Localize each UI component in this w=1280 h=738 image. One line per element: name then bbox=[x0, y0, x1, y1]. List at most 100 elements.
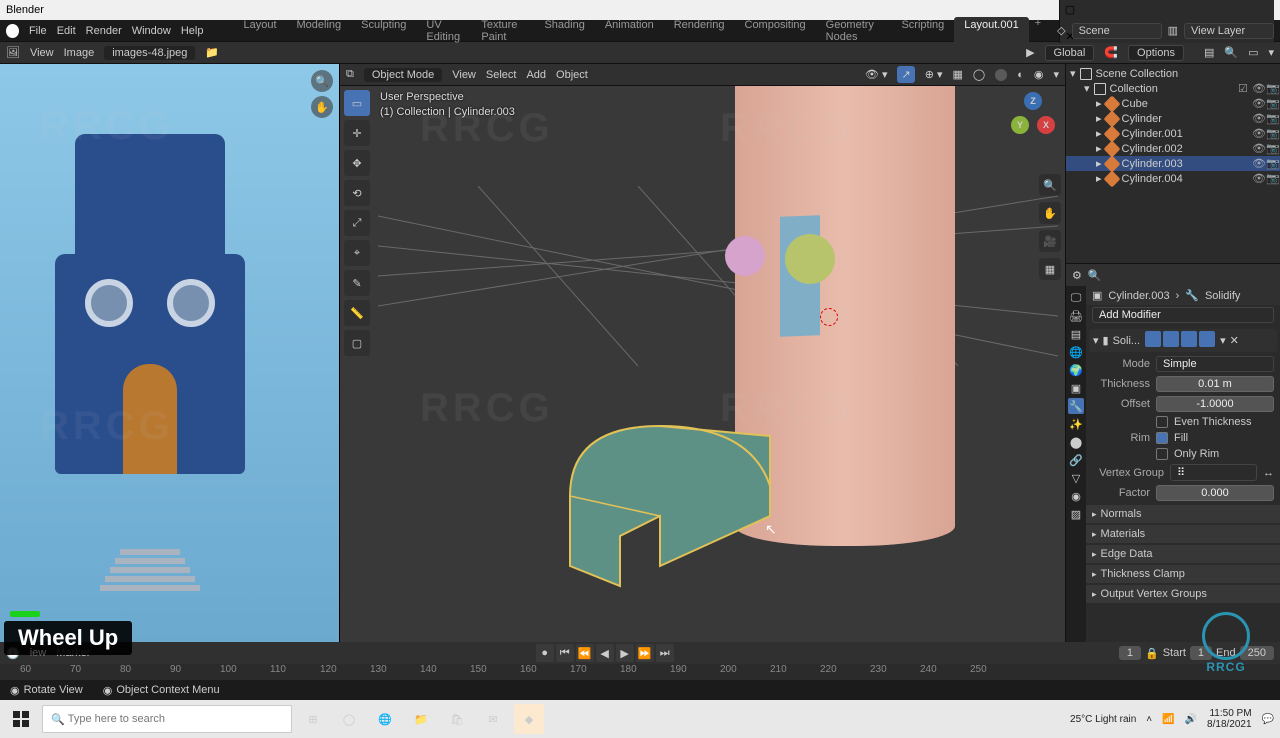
shading-rendered-icon[interactable]: ◉ bbox=[1034, 68, 1044, 81]
add-modifier-dropdown[interactable]: Add Modifier bbox=[1092, 307, 1274, 323]
viewlayer-name-input[interactable] bbox=[1184, 23, 1274, 39]
tab-shading[interactable]: Shading bbox=[534, 17, 594, 45]
render-icon[interactable]: 📷 bbox=[1266, 142, 1276, 155]
menu-window[interactable]: Window bbox=[132, 25, 171, 37]
prop-tab-render[interactable]: 🖵 bbox=[1068, 290, 1084, 306]
cortana-icon[interactable]: ◯ bbox=[334, 704, 364, 734]
eye-icon[interactable]: 👁 bbox=[1252, 157, 1262, 170]
invert-vgroup-icon[interactable]: ↔ bbox=[1263, 467, 1274, 479]
render-icon[interactable]: 📷 bbox=[1266, 157, 1276, 170]
mode-dropdown[interactable]: Object Mode bbox=[364, 68, 442, 82]
vp-menu-add[interactable]: Add bbox=[526, 69, 546, 81]
even-thickness-checkbox[interactable] bbox=[1156, 416, 1168, 428]
3d-viewport[interactable]: ⧉ Object Mode View Select Add Object 👁 ▾… bbox=[340, 64, 1065, 642]
magnify-icon[interactable]: 🔍 bbox=[311, 70, 333, 92]
eye-icon[interactable]: 👁 bbox=[1252, 172, 1262, 185]
subpanel-normals[interactable]: Normals bbox=[1086, 505, 1280, 523]
render-icon[interactable]: 📷 bbox=[1266, 172, 1276, 185]
outliner-search-icon[interactable]: 🔍 bbox=[1224, 46, 1238, 59]
options-popover[interactable]: Options bbox=[1128, 45, 1184, 61]
tab-animation[interactable]: Animation bbox=[595, 17, 664, 45]
image-filename[interactable]: images-48.jpeg bbox=[104, 46, 195, 60]
editor-type-icon[interactable]: ⧉ bbox=[346, 68, 354, 81]
xray-toggle-icon[interactable]: ▦ bbox=[952, 68, 962, 81]
tab-geometry-nodes[interactable]: Geometry Nodes bbox=[816, 17, 892, 45]
only-rim-checkbox[interactable] bbox=[1156, 448, 1168, 460]
thickness-input[interactable]: 0.01 m bbox=[1156, 376, 1274, 392]
blender-taskbar-icon[interactable]: ◆ bbox=[514, 704, 544, 734]
prop-tab-data[interactable]: ▽ bbox=[1068, 470, 1084, 486]
start-button[interactable] bbox=[6, 704, 36, 734]
outliner-item-cylinder003[interactable]: ▸Cylinder.003👁📷 bbox=[1066, 156, 1280, 171]
menu-render[interactable]: Render bbox=[86, 25, 122, 37]
checkbox-icon[interactable]: ☑ bbox=[1238, 82, 1248, 95]
task-view-icon[interactable]: ⊞ bbox=[298, 704, 328, 734]
overlay-toggle-icon[interactable]: ⊕ ▾ bbox=[925, 68, 943, 81]
vertex-group-input[interactable]: ⠿ bbox=[1170, 464, 1257, 481]
outliner-item-cylinder[interactable]: ▸Cylinder👁📷 bbox=[1066, 111, 1280, 126]
tab-sculpting[interactable]: Sculpting bbox=[351, 17, 416, 45]
autokey-toggle[interactable]: ● bbox=[536, 644, 554, 662]
tab-layout[interactable]: Layout bbox=[233, 17, 286, 45]
image-editor-icon[interactable]: 🖼 bbox=[6, 46, 20, 59]
transform-orientation-dropdown[interactable]: Global bbox=[1045, 45, 1095, 61]
outliner-item-cube[interactable]: ▸Cube👁📷 bbox=[1066, 96, 1280, 111]
tab-rendering[interactable]: Rendering bbox=[664, 17, 735, 45]
subpanel-materials[interactable]: Materials bbox=[1086, 525, 1280, 543]
outliner-scene-collection[interactable]: ▾ Scene Collection bbox=[1066, 66, 1280, 81]
menu-help[interactable]: Help bbox=[181, 25, 204, 37]
menu-edit[interactable]: Edit bbox=[57, 25, 76, 37]
outliner-item-cylinder004[interactable]: ▸Cylinder.004👁📷 bbox=[1066, 171, 1280, 186]
subpanel-thickness-clamp[interactable]: Thickness Clamp bbox=[1086, 565, 1280, 583]
properties-editor-icon[interactable]: ⚙ bbox=[1072, 269, 1082, 282]
img-menu-view[interactable]: View bbox=[30, 47, 54, 59]
jump-prev-key-button[interactable]: ⏪ bbox=[576, 644, 594, 662]
jump-end-button[interactable]: ⏭ bbox=[656, 644, 674, 662]
mode-dropdown[interactable]: Simple bbox=[1156, 356, 1274, 372]
image-editor-viewport[interactable]: 🔍 ✋ RRCG RRCG bbox=[0, 64, 340, 642]
menu-file[interactable]: File bbox=[29, 25, 47, 37]
render-icon[interactable]: 📷 bbox=[1266, 112, 1276, 125]
shading-wireframe-icon[interactable]: ◯ bbox=[973, 68, 985, 81]
lock-range-icon[interactable]: 🔒 bbox=[1145, 647, 1159, 660]
taskbar-search[interactable]: 🔍 Type here to search bbox=[42, 705, 292, 733]
scene-name-input[interactable] bbox=[1072, 23, 1162, 39]
modifier-delete-icon[interactable]: ✕ bbox=[1230, 334, 1239, 347]
tray-chevron-icon[interactable]: ˄ bbox=[1146, 714, 1152, 725]
eye-icon[interactable]: 👁 bbox=[1252, 97, 1262, 110]
prop-tab-object[interactable]: ▣ bbox=[1068, 380, 1084, 396]
modifier-menu-icon[interactable]: ▾ bbox=[1220, 334, 1226, 347]
modifier-display-toggles[interactable] bbox=[1144, 331, 1216, 350]
prop-tab-material[interactable]: ◉ bbox=[1068, 488, 1084, 504]
prop-tab-constraints[interactable]: 🔗 bbox=[1068, 452, 1084, 468]
play-reverse-button[interactable]: ◀ bbox=[596, 644, 614, 662]
tl-menu-view[interactable]: iew bbox=[30, 647, 47, 659]
prop-tab-texture[interactable]: ▨ bbox=[1068, 506, 1084, 522]
offset-input[interactable]: -1.0000 bbox=[1156, 396, 1274, 412]
vp-menu-view[interactable]: View bbox=[452, 69, 476, 81]
snap-toggle-icon[interactable]: 🧲 bbox=[1104, 46, 1118, 59]
subpanel-output-vgroups[interactable]: Output Vertex Groups bbox=[1086, 585, 1280, 603]
window-maximize[interactable]: ▢ bbox=[1060, 3, 1080, 16]
prop-tab-scene[interactable]: 🌐 bbox=[1068, 344, 1084, 360]
store-icon[interactable]: 🛍 bbox=[442, 704, 472, 734]
tab-scripting[interactable]: Scripting bbox=[891, 17, 954, 45]
jump-next-key-button[interactable]: ⏩ bbox=[636, 644, 654, 662]
eye-icon[interactable]: 👁 bbox=[1252, 112, 1262, 125]
subpanel-edge-data[interactable]: Edge Data bbox=[1086, 545, 1280, 563]
shading-matprev-icon[interactable]: ◐ bbox=[1017, 69, 1024, 81]
tab-texture-paint[interactable]: Texture Paint bbox=[471, 17, 534, 45]
factor-input[interactable]: 0.000 bbox=[1156, 485, 1274, 501]
outliner-filter-button[interactable]: ▾ bbox=[1268, 46, 1274, 59]
tab-layout001[interactable]: Layout.001 bbox=[954, 17, 1028, 45]
prop-tab-modifiers[interactable]: 🔧 bbox=[1068, 398, 1084, 414]
outliner-filter-icon[interactable]: ▤ bbox=[1204, 46, 1214, 59]
image-browse-icon[interactable]: 📁 bbox=[205, 46, 219, 59]
shading-options-icon[interactable]: ▾ bbox=[1053, 68, 1059, 81]
tab-uv-editing[interactable]: UV Editing bbox=[416, 17, 471, 45]
vp-menu-select[interactable]: Select bbox=[486, 69, 517, 81]
gizmo-toggle-icon[interactable]: ↗ bbox=[897, 66, 914, 83]
timeline-ruler[interactable]: 6070809010011012013014015016017018019020… bbox=[0, 664, 1280, 680]
eye-icon[interactable]: 👁 bbox=[1252, 142, 1262, 155]
prop-tab-output[interactable]: 🖨 bbox=[1068, 308, 1084, 324]
